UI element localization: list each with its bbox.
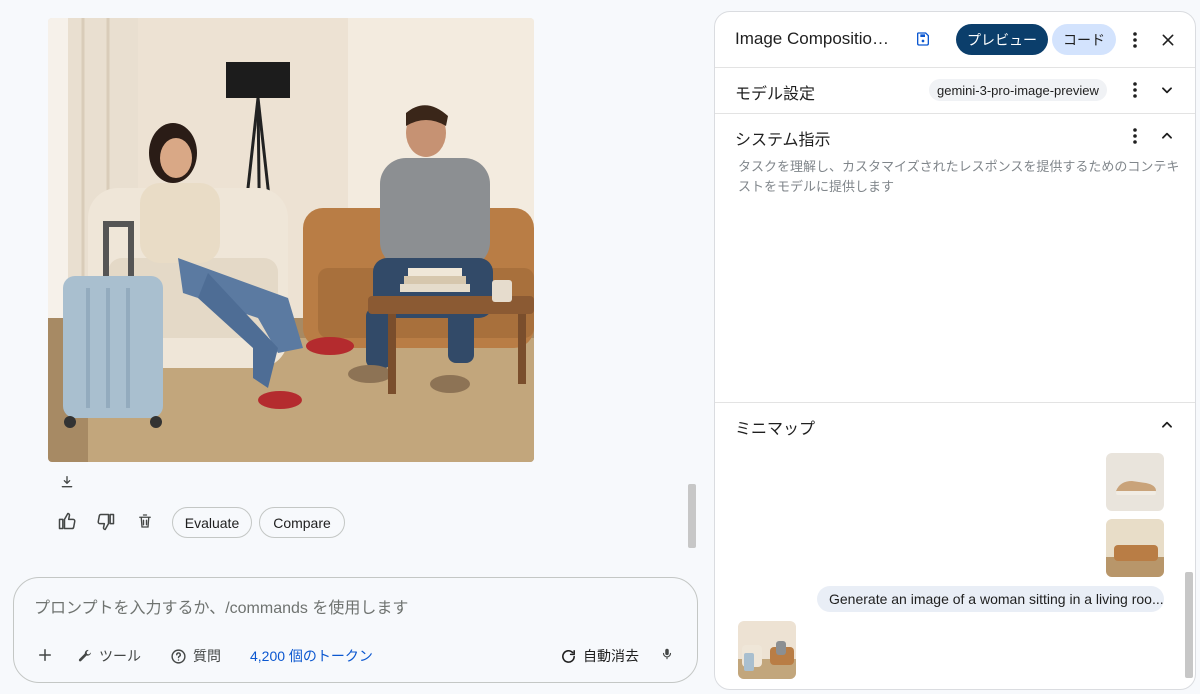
minimap-prompt-bubble[interactable]: Generate an image of a woman sitting in … xyxy=(817,586,1164,612)
microphone-icon xyxy=(662,648,672,660)
microphone-button[interactable] xyxy=(660,646,674,662)
auto-clear-label: 自動消去 xyxy=(583,648,639,664)
minimap-label: ミニマップ xyxy=(735,421,816,438)
evaluate-button[interactable]: Evaluate xyxy=(172,507,252,538)
divider xyxy=(715,113,1195,114)
thumbs-down-icon[interactable] xyxy=(92,508,120,536)
more-options-icon[interactable] xyxy=(1121,26,1149,54)
code-button[interactable]: コード xyxy=(1052,24,1116,55)
chat-scrollbar[interactable] xyxy=(688,484,696,548)
download-icon[interactable] xyxy=(53,468,81,496)
side-panel: Image Composition ... プレビュー コード モデル設定 ge… xyxy=(714,11,1196,690)
minimap-thumbnail-result[interactable] xyxy=(738,621,796,679)
chevron-down-icon[interactable] xyxy=(1153,76,1181,104)
save-icon[interactable] xyxy=(915,31,931,52)
tools-button[interactable]: ツール xyxy=(77,646,141,666)
question-button[interactable]: 質問 xyxy=(170,646,221,666)
close-icon[interactable] xyxy=(1154,26,1182,54)
token-count: 4,200 個のトークン xyxy=(250,648,373,664)
thumbs-up-icon[interactable] xyxy=(53,507,81,535)
compare-button[interactable]: Compare xyxy=(259,507,345,538)
panel-scrollbar[interactable] xyxy=(1185,572,1193,678)
minimap-thumbnail-living-room[interactable] xyxy=(1106,519,1164,577)
tools-label: ツール xyxy=(99,648,141,664)
refresh-icon xyxy=(562,649,575,663)
delete-icon[interactable] xyxy=(131,507,159,535)
preview-button[interactable]: プレビュー xyxy=(956,24,1048,55)
divider xyxy=(715,402,1195,403)
wrench-icon xyxy=(78,649,91,662)
system-instructions-input[interactable]: タスクを理解し、カスタマイズされたレスポンスを提供するためのコンテキストをモデル… xyxy=(738,157,1188,197)
minimap-chevron-up-icon[interactable] xyxy=(1153,411,1181,439)
system-more-options-icon[interactable] xyxy=(1121,122,1149,150)
help-icon xyxy=(171,648,186,664)
model-more-options-icon[interactable] xyxy=(1121,76,1149,104)
auto-clear-button[interactable]: 自動消去 xyxy=(560,646,639,666)
system-instructions-label: システム指示 xyxy=(735,132,831,149)
prompt-input-box[interactable]: プロンプトを入力するか、/commands を使用します ツール 質問 4,20… xyxy=(13,577,698,683)
prompt-input[interactable]: プロンプトを入力するか、/commands を使用します xyxy=(34,594,408,618)
chevron-up-icon[interactable] xyxy=(1153,122,1181,150)
model-settings-label: モデル設定 xyxy=(735,86,816,103)
minimap-thumbnail-sneakers[interactable] xyxy=(1106,453,1164,511)
model-chip[interactable]: gemini-3-pro-image-preview xyxy=(929,79,1107,101)
question-label: 質問 xyxy=(193,648,221,664)
panel-title[interactable]: Image Composition ... xyxy=(735,29,895,49)
add-button[interactable] xyxy=(36,646,54,664)
panel-header: Image Composition ... プレビュー コード xyxy=(715,12,1195,68)
generated-image[interactable] xyxy=(48,18,534,462)
plus-icon xyxy=(39,649,51,661)
